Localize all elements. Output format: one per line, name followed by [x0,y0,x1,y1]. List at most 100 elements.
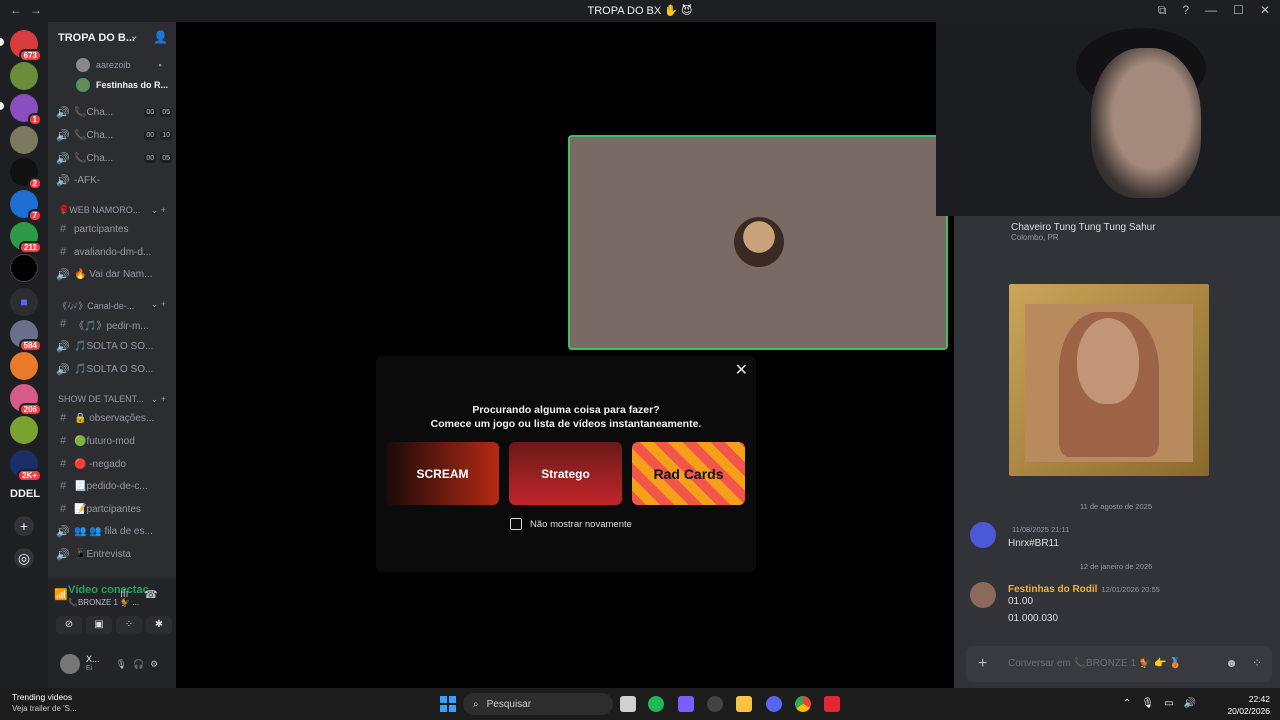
signal-icon[interactable]: 📶 [54,588,68,601]
disconnect-icon[interactable]: ☎ [144,588,158,601]
chrome-icon[interactable] [795,696,811,712]
activities-button[interactable]: ⁘ [116,616,142,634]
server-icon[interactable]: 2 [10,158,42,190]
copilot-icon[interactable] [678,696,694,712]
invite-icon[interactable]: 👤 [153,30,168,44]
message-text: 01.000.030 [1008,613,1059,624]
news-subtitle: Veja trailer de 'S... [12,704,77,713]
voice-user[interactable]: aarezoib ▪ [76,56,162,74]
close-window-icon[interactable]: ✕ [1260,3,1270,18]
server-icon[interactable]: 7 [10,190,42,222]
close-icon[interactable]: ✕ [735,360,748,380]
settings-icon[interactable]: ⚙ [150,659,158,670]
minimize-icon[interactable]: — [1205,3,1217,18]
chevron-up-icon[interactable]: ⌃ [1123,698,1131,709]
windows-start-icon[interactable] [440,696,456,712]
voice-channel[interactable]: 🔊 📞Cha... 00 05 [56,102,172,122]
server-icon[interactable] [10,126,38,154]
voice-channel[interactable]: 🔊 🎵SOLTA O SO... [56,336,172,356]
soundboard-button[interactable]: ✱ [146,616,172,634]
task-view-icon[interactable] [620,696,636,712]
add-channel-icon[interactable]: ⌄ + [151,205,166,216]
add-channel-icon[interactable]: ⌄ + [151,394,166,405]
clock-time: 22:42 [1248,694,1270,704]
server-icon[interactable]: 2K+ [10,450,42,482]
volume-icon[interactable]: 🔊 [1184,698,1196,709]
checkbox-box[interactable] [510,518,522,530]
embed-author-name[interactable]: Chaveiro Tung Tung Tung Sahur [1011,222,1156,233]
noise-icon[interactable]: ılı [120,588,129,600]
server-icon[interactable] [10,254,38,282]
voice-channel[interactable]: 🔊 📞Cha... 00 10 [56,125,172,145]
embed-image[interactable] [1009,284,1209,476]
server-header[interactable]: TROPA DO B... ⌄ 👤 [48,22,176,54]
activity-card-scream[interactable]: SCREAM [386,442,499,505]
voice-channel[interactable]: 🔊 🎵SOLTA O SO... [56,359,172,379]
voice-channel[interactable]: 🔊 -AFK- [56,170,172,190]
mention-badge: 584 [18,339,42,352]
text-channel[interactable]: # 🔴 -negado [56,454,172,474]
voice-channel[interactable]: 🔊 👥 👥 fila de es... [56,521,172,541]
text-channel[interactable]: # 📝partcipantes [56,499,172,519]
category-header[interactable]: 🌹WEB NAMORO... ⌄ + [58,205,172,216]
network-icon[interactable]: ▭ [1164,698,1173,709]
voice-user[interactable]: Festinhas do R... [76,76,168,94]
clock-date: 20/02/2026 [1227,706,1270,716]
discover-icon[interactable]: ◎ [14,548,34,568]
add-server-icon[interactable]: + [14,516,34,536]
camera-off-button[interactable]: ⊘ [56,616,82,634]
spotify-icon[interactable] [648,696,664,712]
ddel-server[interactable]: DDEL [10,488,40,500]
voice-channel[interactable]: 🔊 📱Entrevista [56,544,172,564]
file-explorer-icon[interactable] [736,696,752,712]
server-icon[interactable]: 206 [10,384,42,416]
text-channel[interactable]: # 🟢futuro-mod [56,431,172,451]
voice-channel[interactable]: 🔊 📞Cha... 00 05 [56,148,172,168]
voice-channel[interactable]: 🔊 🔥 Vai dar Nam... [56,264,172,284]
participant-tile[interactable] [568,135,948,350]
discord-icon[interactable] [766,696,782,712]
attach-icon[interactable]: + [978,655,987,673]
folder-icon[interactable]: ■ [10,288,38,316]
channel-name: 📞Cha... [74,152,114,164]
taskbar-search[interactable]: ⌕ Pesquisar [463,693,613,715]
activity-card-stratego[interactable]: Stratego [509,442,622,505]
inbox-icon[interactable]: ⧉ [1158,3,1167,18]
activity-card-radcards[interactable]: Rad Cards [632,442,745,505]
camera-icon: ▪ [158,60,162,70]
news-widget[interactable]: Trending videos Veja trailer de 'S... [12,692,77,713]
server-icon[interactable] [10,62,38,90]
server-icon[interactable]: 673 [10,30,42,62]
category-header[interactable]: 《🎶》Canal-de-... ⌄ + [58,299,172,312]
text-channel[interactable]: # partcipantes [56,219,172,239]
message-composer[interactable]: + Conversar em 📞BRONZE 1 🐓 👉 🥉 ☻ ⁘ [966,646,1272,682]
app-icon[interactable] [707,696,723,712]
server-icon[interactable]: 584 [10,320,42,352]
headphones-icon[interactable]: 🎧 [133,659,144,670]
maximize-icon[interactable]: ☐ [1233,3,1244,18]
server-icon[interactable] [10,352,38,380]
apps-icon[interactable]: ⁘ [1252,656,1262,670]
server-icon[interactable] [10,416,38,444]
user-panel[interactable]: X... Ei 🎙 🎧 ⚙ [60,654,158,674]
help-icon[interactable]: ? [1182,3,1189,18]
voice-status[interactable]: Vídeo conectac [68,584,149,596]
message-author[interactable]: Festinhas do Rodil [1008,584,1097,595]
add-channel-icon[interactable]: ⌄ + [151,299,166,310]
microphone-icon[interactable]: 🎙 [116,659,127,670]
message-text: Hnrx#BR11 [1008,538,1059,549]
text-channel[interactable]: # 📃pedido-de-c... [56,476,172,496]
server-icon[interactable]: 1 [10,94,42,126]
call-stage: ✕ Procurando alguma coisa para fazer? Co… [176,22,954,688]
text-channel[interactable]: # 《🎵》pedir-m... [56,314,172,334]
app-icon-red[interactable] [824,696,840,712]
category-header[interactable]: SHOW DE TALENT... ⌄ + [58,394,172,404]
text-channel[interactable]: # 🔒 observações... [56,408,172,428]
clock[interactable]: 22:42 20/02/2026 [1227,693,1270,717]
microphone-icon[interactable]: 🎙 [1141,698,1154,709]
emoji-icon[interactable]: ☻ [1225,656,1238,670]
server-icon[interactable]: 211 [10,222,42,254]
dont-show-checkbox[interactable]: Não mostrar novamente [510,518,632,530]
screen-share-button[interactable]: ▣ [86,616,112,634]
text-channel[interactable]: # avaliando-dm-d... [56,242,172,262]
